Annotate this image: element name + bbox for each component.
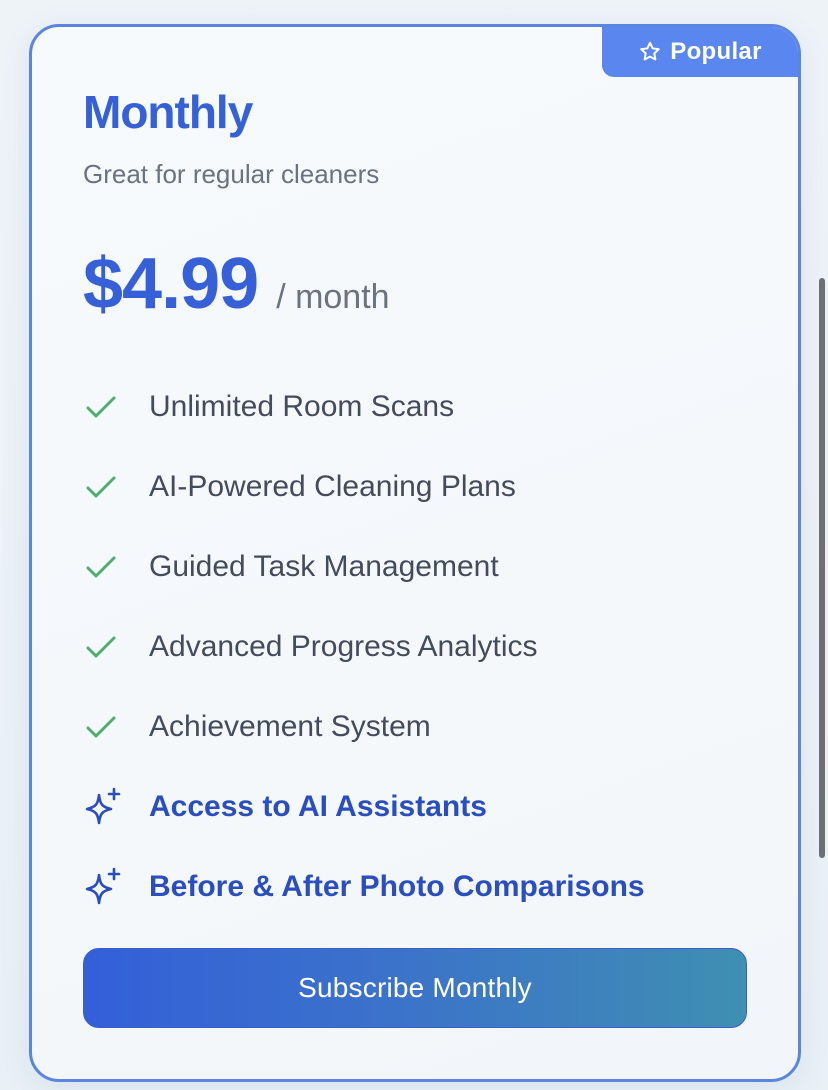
check-icon xyxy=(83,627,123,667)
check-icon xyxy=(83,387,123,427)
popular-badge: Popular xyxy=(602,27,798,77)
feature-list: Unlimited Room Scans AI-Powered Cleaning… xyxy=(83,367,645,927)
sparkles-icon xyxy=(83,867,123,907)
feature-item: Achievement System xyxy=(83,687,645,767)
feature-item: AI-Powered Cleaning Plans xyxy=(83,447,645,527)
price-row: $4.99 / month xyxy=(83,243,390,325)
feature-label: Access to AI Assistants xyxy=(149,790,487,823)
feature-item: Guided Task Management xyxy=(83,527,645,607)
feature-label: Advanced Progress Analytics xyxy=(149,630,538,663)
feature-label: Before & After Photo Comparisons xyxy=(149,870,645,903)
feature-item: Unlimited Room Scans xyxy=(83,367,645,447)
check-icon xyxy=(83,547,123,587)
feature-label: Guided Task Management xyxy=(149,550,499,583)
feature-item-premium: Before & After Photo Comparisons xyxy=(83,847,645,927)
scrollbar-thumb[interactable] xyxy=(819,278,825,858)
check-icon xyxy=(83,467,123,507)
star-outline-icon xyxy=(638,40,662,64)
feature-label: AI-Powered Cleaning Plans xyxy=(149,470,516,503)
plan-title: Monthly xyxy=(83,86,253,138)
subscribe-monthly-button[interactable]: Subscribe Monthly xyxy=(83,948,747,1028)
feature-label: Unlimited Room Scans xyxy=(149,390,455,423)
check-icon xyxy=(83,707,123,747)
price-amount: $4.99 xyxy=(83,244,259,324)
feature-label: Achievement System xyxy=(149,710,431,743)
feature-item-premium: Access to AI Assistants xyxy=(83,767,645,847)
plan-description: Great for regular cleaners xyxy=(83,159,380,189)
pricing-card-monthly: Popular Monthly Great for regular cleane… xyxy=(29,24,801,1082)
price-period: / month xyxy=(276,278,390,316)
scrollbar[interactable] xyxy=(814,0,828,1090)
popular-badge-label: Popular xyxy=(670,38,762,65)
sparkles-icon xyxy=(83,787,123,827)
feature-item: Advanced Progress Analytics xyxy=(83,607,645,687)
